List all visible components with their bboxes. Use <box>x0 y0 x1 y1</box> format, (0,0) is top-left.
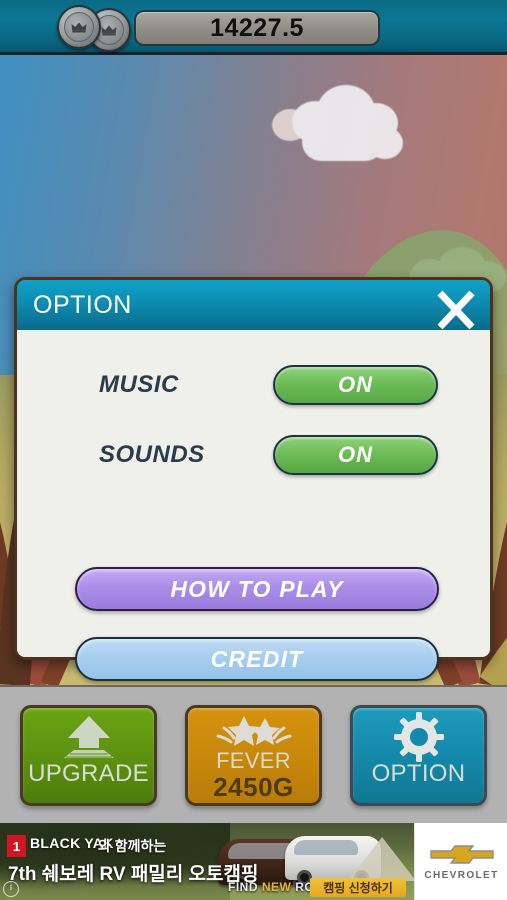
bottom-toolbar: UPGRADE FEVER 2450G OPTION <box>0 685 507 825</box>
ad-cta-button[interactable]: 캠핑 신청하기 <box>310 878 406 897</box>
sounds-toggle-value: ON <box>338 442 373 467</box>
crown-glyph <box>71 22 87 33</box>
music-label: MUSIC <box>99 371 179 398</box>
score-display: 14227.5 <box>134 10 380 46</box>
ad-advertiser-logo: CHEVROLET <box>414 823 507 900</box>
ad-cta-label: 캠핑 신청하기 <box>323 881 393 895</box>
credit-label: CREDIT <box>210 645 304 672</box>
ad-banner[interactable]: 1 BLACK YAK 와 함께하는 7th 쉐보레 RV 패밀리 오토캠핑 F… <box>0 823 507 900</box>
ad-tent <box>348 837 414 881</box>
star-burst-icon <box>210 714 298 748</box>
ad-headline-2: 7th 쉐보레 RV 패밀리 오토캠핑 <box>8 864 259 885</box>
music-toggle-value: ON <box>338 372 373 397</box>
ad-headline-1: 와 함께하는 <box>98 838 167 854</box>
cloud-large <box>272 83 407 163</box>
sounds-toggle[interactable]: ON <box>273 435 438 475</box>
crown-glyph <box>101 25 117 36</box>
setting-row-sounds: SOUNDS ON <box>17 432 490 478</box>
music-toggle[interactable]: ON <box>273 365 438 405</box>
upgrade-button[interactable]: UPGRADE <box>20 705 157 806</box>
option-label: OPTION <box>371 760 466 787</box>
close-x-icon <box>437 290 475 330</box>
up-arrow-icon <box>52 714 126 760</box>
dialog-title: OPTION <box>33 291 132 319</box>
how-to-play-label: HOW TO PLAY <box>170 575 344 602</box>
info-icon[interactable]: i <box>3 881 19 897</box>
ad-tagline-find: FIND <box>228 880 258 894</box>
setting-row-music: MUSIC ON <box>17 362 490 408</box>
fever-label: FEVER <box>216 748 291 773</box>
crown-coin-icon-front <box>57 5 101 49</box>
score-value: 14227.5 <box>210 13 304 42</box>
dialog-body: MUSIC ON SOUNDS ON HOW TO PLAY CREDIT <box>17 330 490 681</box>
sounds-label: SOUNDS <box>99 441 205 468</box>
top-status-bar: 14227.5 <box>0 0 507 55</box>
chevrolet-bowtie-icon <box>429 845 494 864</box>
coin-icon <box>57 4 139 52</box>
ad-badge-text: 1 <box>12 838 21 854</box>
option-button[interactable]: OPTION <box>350 705 487 806</box>
option-dialog: OPTION MUSIC ON SOUNDS ON HOW TO PLAY CR… <box>14 277 493 681</box>
fever-cost: 2450G <box>213 772 294 802</box>
credit-button[interactable]: CREDIT <box>75 637 439 681</box>
dialog-header: OPTION <box>17 280 490 330</box>
ad-creative: 1 BLACK YAK 와 함께하는 7th 쉐보레 RV 패밀리 오토캠핑 F… <box>0 823 414 900</box>
ad-logo-text: CHEVROLET <box>424 870 499 881</box>
ad-tagline-new: NEW <box>261 880 292 894</box>
fever-button[interactable]: FEVER 2450G <box>185 705 322 806</box>
upgrade-label: UPGRADE <box>28 760 149 787</box>
gear-icon <box>393 712 444 762</box>
how-to-play-button[interactable]: HOW TO PLAY <box>75 567 439 611</box>
ad-badge: 1 <box>7 835 26 857</box>
game-screen: 14227.5 OPTION MUSIC ON SOUNDS ON HOW TO… <box>0 0 507 900</box>
